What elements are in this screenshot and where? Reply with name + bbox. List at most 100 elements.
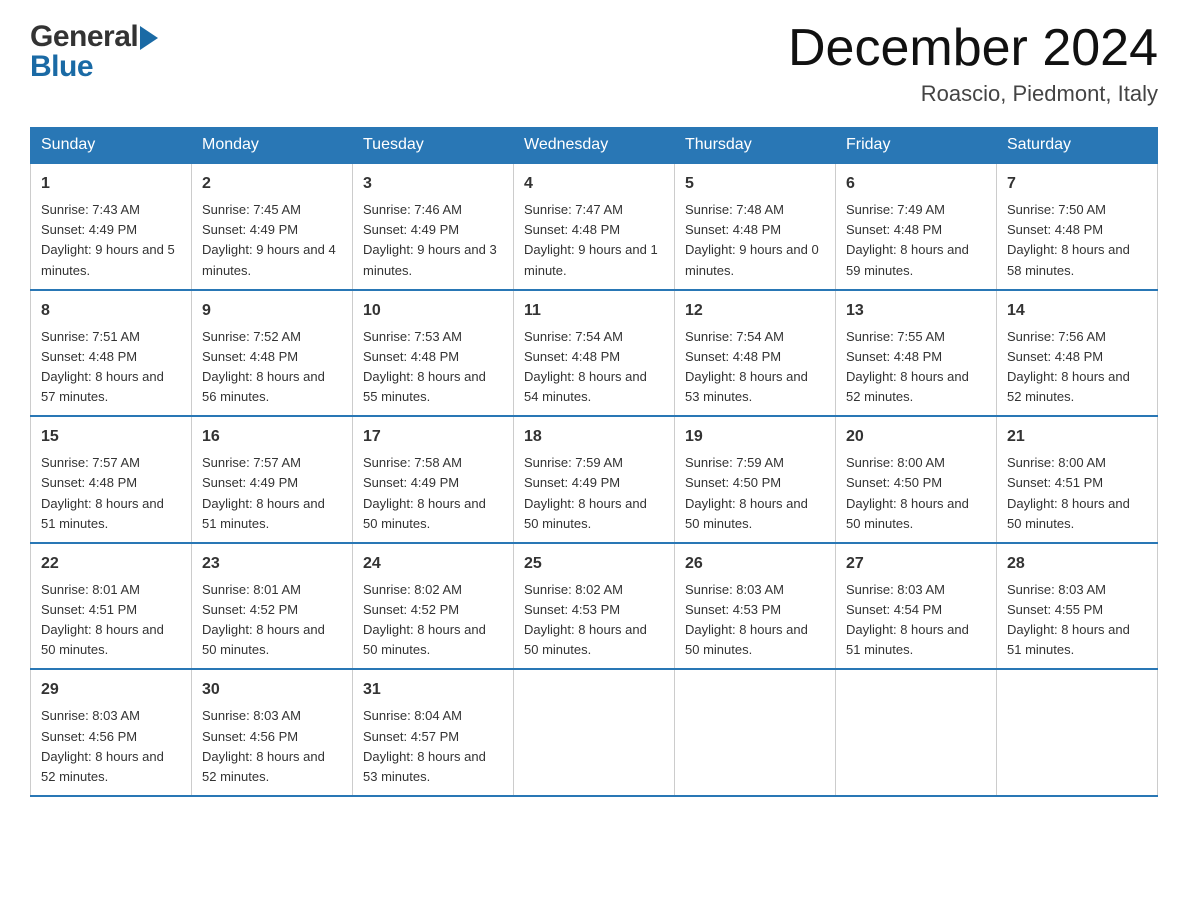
day-info: Sunrise: 7:49 AMSunset: 4:48 PMDaylight:… [846,200,986,281]
day-number: 20 [846,425,986,449]
calendar-cell: 18 Sunrise: 7:59 AMSunset: 4:49 PMDayligh… [514,416,675,543]
day-info: Sunrise: 7:46 AMSunset: 4:49 PMDaylight:… [363,200,503,281]
day-number: 2 [202,172,342,196]
day-info: Sunrise: 8:03 AMSunset: 4:55 PMDaylight:… [1007,580,1147,661]
day-info: Sunrise: 8:03 AMSunset: 4:53 PMDaylight:… [685,580,825,661]
day-info: Sunrise: 7:43 AMSunset: 4:49 PMDaylight:… [41,200,181,281]
day-number: 16 [202,425,342,449]
day-number: 9 [202,299,342,323]
calendar-cell: 21 Sunrise: 8:00 AMSunset: 4:51 PMDayligh… [997,416,1158,543]
day-info: Sunrise: 7:54 AMSunset: 4:48 PMDaylight:… [524,327,664,408]
calendar-cell: 12 Sunrise: 7:54 AMSunset: 4:48 PMDayligh… [675,290,836,417]
day-number: 26 [685,552,825,576]
day-info: Sunrise: 7:57 AMSunset: 4:48 PMDaylight:… [41,453,181,534]
day-info: Sunrise: 7:59 AMSunset: 4:49 PMDaylight:… [524,453,664,534]
title-block: December 2024 Roascio, Piedmont, Italy [788,20,1158,107]
day-info: Sunrise: 7:48 AMSunset: 4:48 PMDaylight:… [685,200,825,281]
calendar-cell: 27Sunrise: 8:03 AMSunset: 4:54 PMDayligh… [836,543,997,670]
day-number: 30 [202,678,342,702]
day-number: 8 [41,299,181,323]
calendar-cell: 3 Sunrise: 7:46 AMSunset: 4:49 PMDaylight… [353,163,514,290]
logo: General Blue [30,20,158,84]
calendar-cell: 6 Sunrise: 7:49 AMSunset: 4:48 PMDaylight… [836,163,997,290]
location-subtitle: Roascio, Piedmont, Italy [788,81,1158,107]
day-info: Sunrise: 8:03 AMSunset: 4:56 PMDaylight:… [202,706,342,787]
day-info: Sunrise: 8:00 AMSunset: 4:50 PMDaylight:… [846,453,986,534]
calendar-week-row: 15 Sunrise: 7:57 AMSunset: 4:48 PMDayligh… [31,416,1158,543]
day-number: 25 [524,552,664,576]
calendar-cell: 15 Sunrise: 7:57 AMSunset: 4:48 PMDayligh… [31,416,192,543]
calendar-cell: 14 Sunrise: 7:56 AMSunset: 4:48 PMDayligh… [997,290,1158,417]
calendar-cell [514,669,675,796]
day-header-saturday: Saturday [997,128,1158,164]
day-info: Sunrise: 7:58 AMSunset: 4:49 PMDaylight:… [363,453,503,534]
day-number: 19 [685,425,825,449]
day-number: 5 [685,172,825,196]
day-number: 24 [363,552,503,576]
calendar-cell: 29 Sunrise: 8:03 AMSunset: 4:56 PMDayligh… [31,669,192,796]
day-number: 3 [363,172,503,196]
day-number: 15 [41,425,181,449]
day-number: 10 [363,299,503,323]
calendar-cell: 26 Sunrise: 8:03 AMSunset: 4:53 PMDayligh… [675,543,836,670]
day-info: Sunrise: 7:56 AMSunset: 4:48 PMDaylight:… [1007,327,1147,408]
day-info: Sunrise: 8:03 AMSunset: 4:56 PMDaylight:… [41,706,181,787]
calendar-cell: 16Sunrise: 7:57 AMSunset: 4:49 PMDayligh… [192,416,353,543]
calendar-cell: 9Sunrise: 7:52 AMSunset: 4:48 PMDaylight… [192,290,353,417]
calendar-week-row: 29 Sunrise: 8:03 AMSunset: 4:56 PMDayligh… [31,669,1158,796]
calendar-week-row: 22Sunrise: 8:01 AMSunset: 4:51 PMDayligh… [31,543,1158,670]
calendar-cell: 8 Sunrise: 7:51 AMSunset: 4:48 PMDaylight… [31,290,192,417]
day-header-sunday: Sunday [31,128,192,164]
day-number: 28 [1007,552,1147,576]
day-number: 14 [1007,299,1147,323]
day-info: Sunrise: 8:01 AMSunset: 4:51 PMDaylight:… [41,580,181,661]
logo-blue-text: Blue [30,50,93,84]
day-number: 1 [41,172,181,196]
day-header-monday: Monday [192,128,353,164]
day-info: Sunrise: 8:02 AMSunset: 4:52 PMDaylight:… [363,580,503,661]
day-number: 21 [1007,425,1147,449]
calendar-cell: 22Sunrise: 8:01 AMSunset: 4:51 PMDayligh… [31,543,192,670]
calendar-cell: 4Sunrise: 7:47 AMSunset: 4:48 PMDaylight… [514,163,675,290]
calendar-table: SundayMondayTuesdayWednesdayThursdayFrid… [30,127,1158,797]
logo-general-text: General [30,20,138,54]
day-number: 29 [41,678,181,702]
day-info: Sunrise: 8:03 AMSunset: 4:54 PMDaylight:… [846,580,986,661]
calendar-cell: 19Sunrise: 7:59 AMSunset: 4:50 PMDayligh… [675,416,836,543]
calendar-cell: 17 Sunrise: 7:58 AMSunset: 4:49 PMDayligh… [353,416,514,543]
calendar-week-row: 1 Sunrise: 7:43 AMSunset: 4:49 PMDaylight… [31,163,1158,290]
calendar-cell: 31Sunrise: 8:04 AMSunset: 4:57 PMDayligh… [353,669,514,796]
day-number: 4 [524,172,664,196]
logo-arrow-icon [140,26,158,50]
calendar-cell: 28 Sunrise: 8:03 AMSunset: 4:55 PMDayligh… [997,543,1158,670]
calendar-cell: 25 Sunrise: 8:02 AMSunset: 4:53 PMDayligh… [514,543,675,670]
day-number: 13 [846,299,986,323]
calendar-cell: 5 Sunrise: 7:48 AMSunset: 4:48 PMDaylight… [675,163,836,290]
day-number: 18 [524,425,664,449]
day-number: 11 [524,299,664,323]
calendar-cell [997,669,1158,796]
calendar-cell [836,669,997,796]
day-info: Sunrise: 8:00 AMSunset: 4:51 PMDaylight:… [1007,453,1147,534]
calendar-week-row: 8 Sunrise: 7:51 AMSunset: 4:48 PMDaylight… [31,290,1158,417]
calendar-cell [675,669,836,796]
day-header-wednesday: Wednesday [514,128,675,164]
calendar-cell: 2Sunrise: 7:45 AMSunset: 4:49 PMDaylight… [192,163,353,290]
day-number: 12 [685,299,825,323]
day-info: Sunrise: 8:04 AMSunset: 4:57 PMDaylight:… [363,706,503,787]
calendar-cell: 1 Sunrise: 7:43 AMSunset: 4:49 PMDaylight… [31,163,192,290]
calendar-cell: 13 Sunrise: 7:55 AMSunset: 4:48 PMDayligh… [836,290,997,417]
day-number: 17 [363,425,503,449]
calendar-header-row: SundayMondayTuesdayWednesdayThursdayFrid… [31,128,1158,164]
day-number: 6 [846,172,986,196]
day-info: Sunrise: 7:55 AMSunset: 4:48 PMDaylight:… [846,327,986,408]
day-info: Sunrise: 8:01 AMSunset: 4:52 PMDaylight:… [202,580,342,661]
day-info: Sunrise: 7:54 AMSunset: 4:48 PMDaylight:… [685,327,825,408]
day-info: Sunrise: 7:53 AMSunset: 4:48 PMDaylight:… [363,327,503,408]
calendar-cell: 7Sunrise: 7:50 AMSunset: 4:48 PMDaylight… [997,163,1158,290]
day-info: Sunrise: 7:51 AMSunset: 4:48 PMDaylight:… [41,327,181,408]
day-info: Sunrise: 8:02 AMSunset: 4:53 PMDaylight:… [524,580,664,661]
calendar-cell: 24 Sunrise: 8:02 AMSunset: 4:52 PMDayligh… [353,543,514,670]
day-header-tuesday: Tuesday [353,128,514,164]
day-header-friday: Friday [836,128,997,164]
